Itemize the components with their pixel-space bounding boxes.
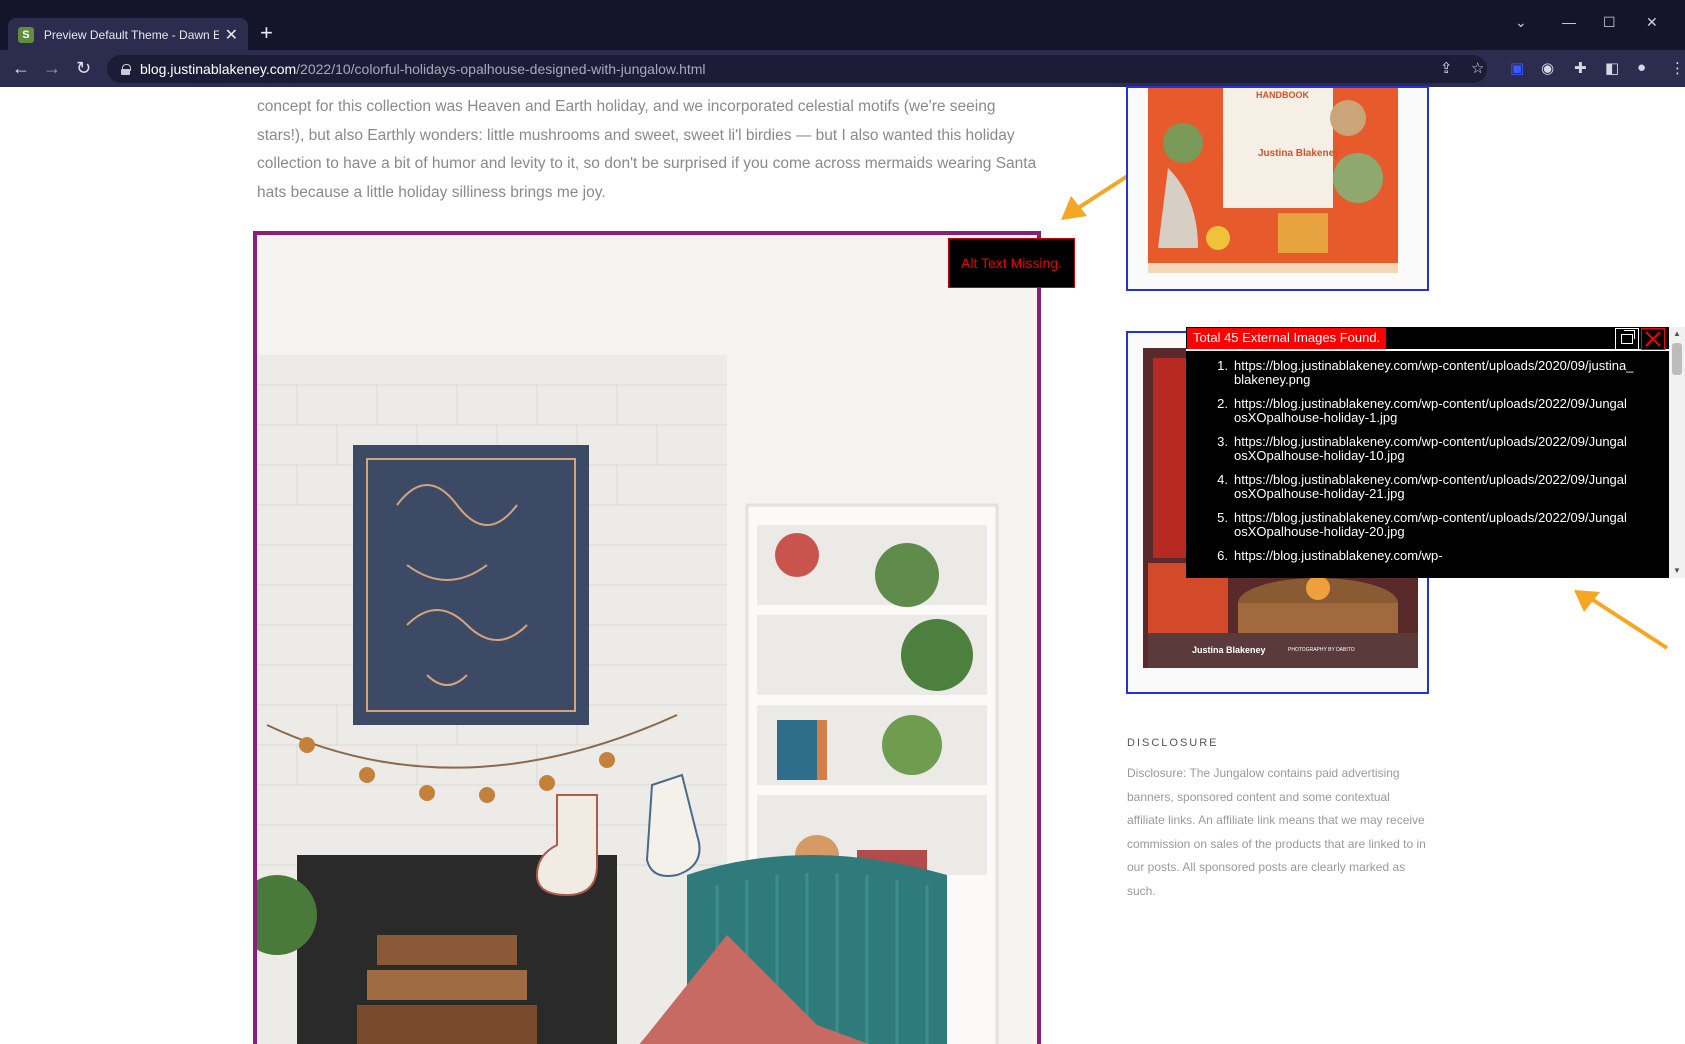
extensions-puzzle-icon[interactable]: ✚	[1574, 59, 1587, 77]
share-icon[interactable]: ⇪	[1440, 59, 1453, 77]
sidebar-book-handbook[interactable]: HANDBOOK Justina Blakeney	[1126, 86, 1429, 291]
forward-icon[interactable]: →	[43, 58, 61, 79]
side-panel-icon[interactable]: ◧	[1605, 59, 1619, 77]
panel-header: Total 45 External Images Found.	[1186, 327, 1669, 351]
book2-credit: PHOTOGRAPHY BY DABITO	[1288, 647, 1355, 653]
disclosure-heading: DISCLOSURE	[1127, 737, 1219, 749]
shopify-favicon-icon: S	[18, 26, 34, 43]
tab-search-icon[interactable]: ⌄	[1515, 14, 1527, 31]
scrollbar-thumb[interactable]	[1672, 343, 1682, 375]
external-images-panel: Total 45 External Images Found. 1. https…	[1186, 327, 1669, 578]
scroll-up-icon[interactable]: ▲	[1673, 329, 1681, 338]
restore-window-icon	[1621, 330, 1635, 344]
browser-toolbar: ← → ↻ blog.justinablakeney.com/2022/10/c…	[0, 50, 1685, 87]
image-url-link[interactable]: https://blog.justinablakeney.com/wp-cont…	[1234, 435, 1634, 463]
alt-text-missing-badge: Alt Text Missing.	[948, 238, 1075, 288]
list-item[interactable]: 3. https://blog.justinablakeney.com/wp-c…	[1212, 435, 1651, 463]
handbook-book-cover	[1128, 88, 1427, 289]
image-url-link[interactable]: https://blog.justinablakeney.com/wp-cont…	[1234, 397, 1634, 425]
scroll-down-icon[interactable]: ▼	[1673, 566, 1681, 575]
maximize-icon[interactable]: ☐	[1603, 14, 1616, 31]
annotation-arrow-icon	[1574, 590, 1669, 650]
url-host: blog.justinablakeney.com	[140, 61, 297, 77]
browser-menu-icon[interactable]: ⋮	[1670, 59, 1685, 77]
new-tab-icon[interactable]: +	[260, 20, 273, 46]
tab-close-icon[interactable]: ✕	[225, 25, 238, 45]
panel-close-button[interactable]	[1641, 328, 1665, 350]
extension-eyes-icon[interactable]: ◉	[1541, 59, 1554, 77]
fireplace-photo	[257, 235, 1037, 1044]
list-item[interactable]: 6. https://blog.justinablakeney.com/wp-	[1212, 549, 1651, 563]
external-image-list: 1. https://blog.justinablakeney.com/wp-c…	[1186, 351, 1651, 578]
profile-avatar-icon[interactable]: ●	[1637, 59, 1646, 76]
disclosure-text: Disclosure: The Jungalow contains paid a…	[1127, 766, 1426, 898]
url-path: /2022/10/colorful-holidays-opalhouse-des…	[296, 61, 706, 77]
list-item[interactable]: 1. https://blog.justinablakeney.com/wp-c…	[1212, 359, 1651, 387]
image-url-link[interactable]: https://blog.justinablakeney.com/wp-cont…	[1234, 359, 1634, 387]
panel-scrollbar[interactable]: ▲ ▼	[1669, 327, 1685, 578]
minimize-icon[interactable]: —	[1562, 14, 1576, 30]
book1-author: Justina Blakeney	[1258, 148, 1340, 159]
reload-icon[interactable]: ↻	[76, 58, 91, 79]
panel-title: Total 45 External Images Found.	[1187, 328, 1387, 349]
image-url-link[interactable]: https://blog.justinablakeney.com/wp-cont…	[1234, 511, 1634, 539]
image-url-link[interactable]: https://blog.justinablakeney.com/wp-cont…	[1234, 473, 1634, 501]
list-item[interactable]: 5. https://blog.justinablakeney.com/wp-c…	[1212, 511, 1651, 539]
list-item[interactable]: 2. https://blog.justinablakeney.com/wp-c…	[1212, 397, 1651, 425]
bookmark-star-icon[interactable]: ☆	[1471, 59, 1484, 77]
panel-close-icon	[1645, 331, 1661, 347]
panel-restore-button[interactable]	[1615, 328, 1639, 350]
list-item[interactable]: 4. https://blog.justinablakeney.com/wp-c…	[1212, 473, 1651, 501]
article-paragraph: concept for this collection was Heaven a…	[257, 98, 1037, 201]
browser-tab-bar: S Preview Default Theme - Dawn E ✕ + ⌄ —…	[0, 0, 1685, 51]
holiday-mantel-image	[253, 231, 1041, 1044]
window-close-icon[interactable]: ✕	[1646, 14, 1658, 31]
browser-tab[interactable]: S Preview Default Theme - Dawn E ✕	[8, 18, 248, 51]
book2-author: Justina Blakeney	[1192, 645, 1266, 655]
back-icon[interactable]: ←	[12, 58, 30, 79]
lock-icon[interactable]	[121, 63, 131, 75]
book1-title: HANDBOOK	[1256, 90, 1309, 100]
extension-tt-icon[interactable]: ▣	[1510, 59, 1524, 77]
image-url-link[interactable]: https://blog.justinablakeney.com/wp-	[1234, 549, 1634, 563]
tab-title: Preview Default Theme - Dawn E	[43, 27, 219, 42]
address-bar[interactable]: blog.justinablakeney.com/2022/10/colorfu…	[107, 55, 1487, 83]
